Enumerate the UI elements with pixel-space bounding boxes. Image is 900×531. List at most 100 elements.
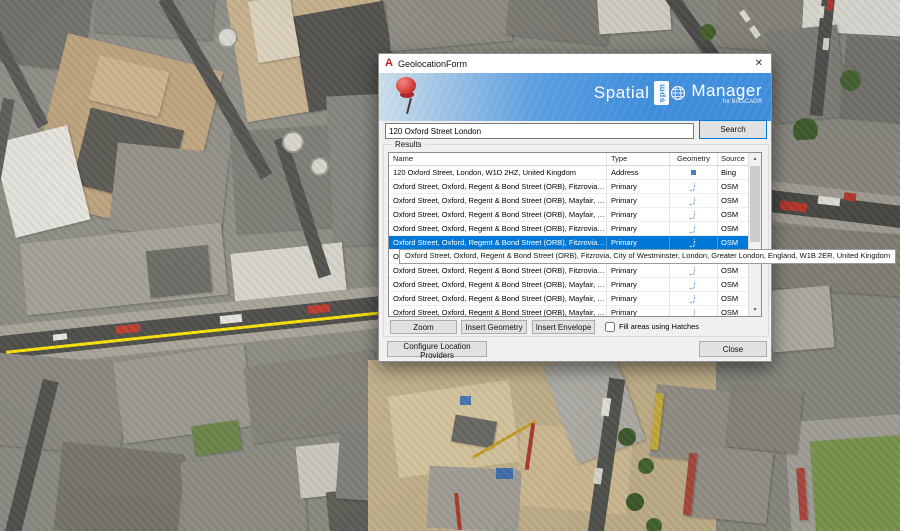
result-row[interactable]: Oxford Street, Oxford, Regent & Bond Str… [389,236,748,250]
result-row[interactable]: Oxford Street, Oxford, Regent & Bond Str… [389,278,748,292]
map-tree [840,70,861,91]
result-geometry [670,278,718,291]
insert-envelope-button[interactable]: Insert Envelope [532,320,595,334]
map-rooftop-circle [219,29,236,46]
result-source: OSM [721,294,739,303]
result-row[interactable]: Oxford Street, Oxford, Regent & Bond Str… [389,264,748,278]
geometry-polyline-icon [689,294,696,304]
close-icon[interactable]: ✕ [753,58,765,69]
map-building [180,453,308,531]
fill-hatches-checkbox[interactable] [605,322,615,332]
results-table-header[interactable]: Name Type Geometry Source [389,153,761,166]
result-row[interactable]: Oxford Street, Oxford, Regent & Bond Str… [389,180,748,194]
brand-subtitle: for BricsCAD® [722,99,762,105]
pushpin-icon [391,76,425,118]
map-vehicle [817,5,825,19]
result-source: OSM [721,266,739,275]
brand-word-manager: Manager [691,81,762,100]
search-input[interactable] [385,123,694,139]
map-building [53,441,185,531]
app-icon: A [385,57,393,69]
result-source: Bing [721,168,737,177]
map-vehicle [822,37,830,51]
result-geometry [670,306,718,316]
result-row[interactable]: Oxford Street, Oxford, Regent & Bond Str… [389,292,748,306]
result-source: OSM [721,196,739,205]
geometry-polyline-icon [689,196,696,206]
result-row[interactable]: Oxford Street, Oxford, Regent & Bond Str… [389,208,748,222]
result-name: Oxford Street, Oxford, Regent & Bond Str… [389,194,607,207]
result-row[interactable]: Oxford Street, Oxford, Regent & Bond Str… [389,306,748,316]
geometry-polyline-icon [689,280,696,290]
geometry-polyline-icon [689,266,696,276]
map-building [596,0,672,35]
result-geometry [670,208,718,221]
result-name: Oxford Street, Oxford, Regent & Bond Str… [389,264,607,277]
result-row[interactable]: Oxford Street, Oxford, Regent & Bond Str… [389,222,748,236]
result-source: OSM [721,238,739,247]
zoom-button[interactable]: Zoom [390,320,457,334]
dialog-titlebar[interactable]: A GeolocationForm ✕ [379,54,771,73]
map-construction [460,396,471,405]
result-type: Primary [607,264,670,277]
result-name: Oxford Street, Oxford, Regent & Bond Str… [389,236,607,249]
column-header-geometry[interactable]: Geometry [670,153,718,165]
results-table[interactable]: Name Type Geometry Source 120 Oxford Str… [388,152,762,317]
map-building [145,244,213,299]
brand-logo: Spatial spm Manager for BricsCAD® [594,81,762,105]
insert-geometry-button[interactable]: Insert Geometry [461,320,527,334]
map-tree [626,493,644,511]
result-name: Oxford Street, Oxford, Regent & Bond Str… [389,208,607,221]
result-geometry [670,292,718,305]
result-tooltip: Oxford Street, Oxford, Regent & Bond Str… [399,249,897,264]
map-building [191,419,242,457]
results-scrollbar[interactable]: ▲ ▼ [748,153,761,316]
map-vehicle [843,192,857,202]
map-tree [700,24,716,40]
result-row[interactable]: Oxford Street, Oxford, Regent & Bond Str… [389,194,748,208]
globe-icon [671,85,686,101]
result-type: Primary [607,208,670,221]
scroll-down-icon[interactable]: ▼ [749,304,761,316]
result-geometry [670,180,718,193]
result-type: Address [607,166,670,179]
result-type: Primary [607,222,670,235]
scrollbar-thumb[interactable] [750,166,760,242]
map-building [505,0,613,46]
map-rooftop-circle [312,159,327,174]
map-building [684,443,774,525]
geometry-polyline-icon [689,238,696,248]
result-name: 120 Oxford Street, London, W1D 2HZ, Unit… [389,166,607,179]
map-tree [638,458,654,474]
map-building [809,434,900,531]
map-construction [496,468,513,479]
result-geometry [670,222,718,235]
result-source: OSM [721,224,739,233]
geometry-polyline-icon [689,308,696,316]
result-geometry [670,166,718,179]
result-row[interactable]: 120 Oxford Street, London, W1D 2HZ, Unit… [389,166,748,180]
result-name: Oxford Street, Oxford, Regent & Bond Str… [389,180,607,193]
column-header-type[interactable]: Type [607,153,670,165]
dialog-title: GeolocationForm [397,58,467,69]
screen: A GeolocationForm ✕ Spatial spm Manager [0,0,900,531]
result-source: OSM [721,182,739,191]
configure-providers-button[interactable]: Configure Location Providers [387,341,487,360]
spm-badge: spm [654,81,670,105]
results-group-label: Results [392,140,425,149]
result-source: OSM [721,280,739,289]
map-building [765,24,847,124]
close-button[interactable]: Close [699,341,767,357]
map-rooftop-circle [284,133,302,151]
brand-banner: Spatial spm Manager for BricsCAD® [379,73,771,121]
result-name: Oxford Street, Oxford, Regent & Bond Str… [389,292,607,305]
results-group: Results Name Type Geometry Source 120 Ox… [383,140,769,337]
column-header-name[interactable]: Name [389,153,607,165]
map-building [93,0,215,41]
map-building [724,384,804,454]
result-type: Primary [607,292,670,305]
geometry-polyline-icon [689,182,696,192]
geometry-polyline-icon [689,224,696,234]
scroll-up-icon[interactable]: ▲ [749,153,761,165]
search-button[interactable]: Search [699,120,767,139]
